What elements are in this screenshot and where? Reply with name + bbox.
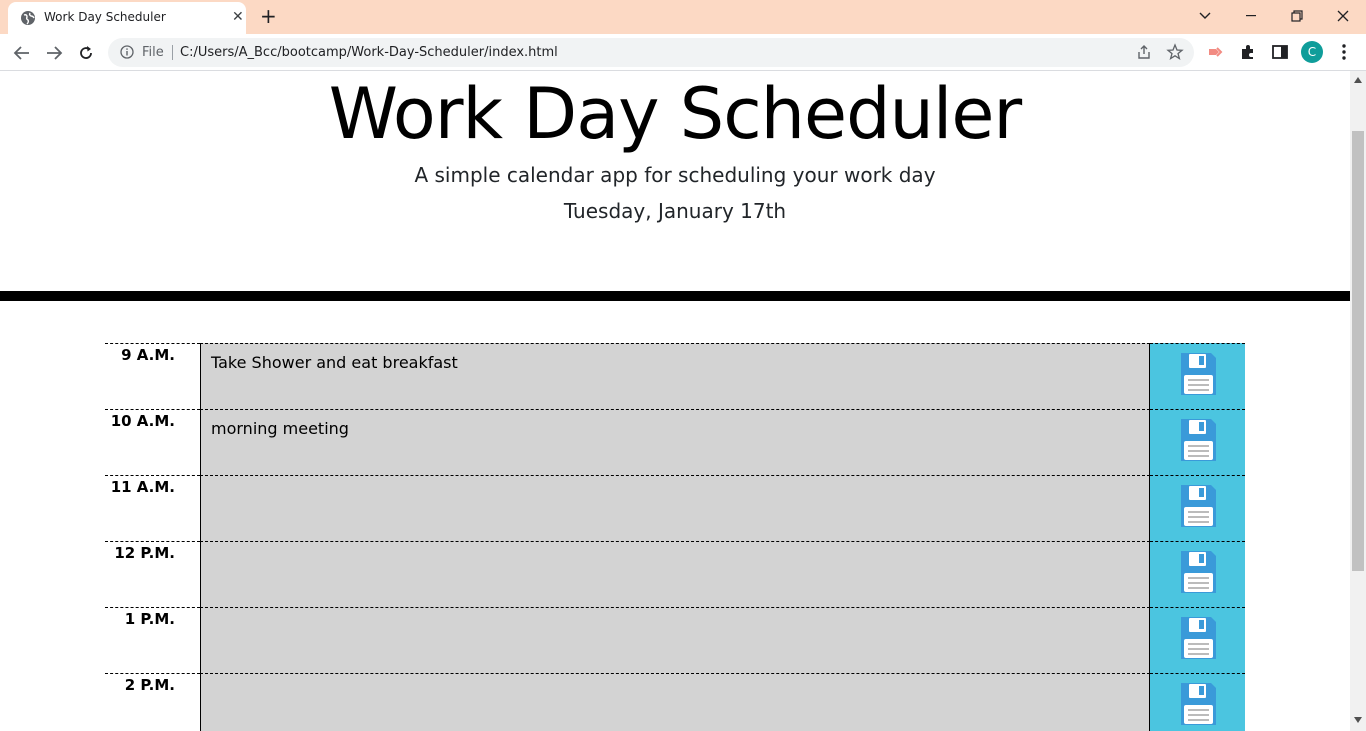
- time-block-row: 12 P.M.: [105, 541, 1245, 607]
- description-textarea[interactable]: morning meeting: [200, 409, 1150, 475]
- description-textarea[interactable]: Take Shower and eat breakfast: [200, 343, 1150, 409]
- time-block-row: 10 A.M. morning meeting: [105, 409, 1245, 475]
- forward-arrow-icon[interactable]: [42, 41, 66, 65]
- schedule-container: 9 A.M. Take Shower and eat breakfast 10 …: [105, 343, 1245, 731]
- save-button[interactable]: [1150, 673, 1245, 731]
- save-button[interactable]: [1150, 475, 1245, 541]
- minimize-button[interactable]: [1228, 4, 1274, 28]
- address-separator: [172, 45, 173, 60]
- address-bar[interactable]: File C:/Users/A_Bcc/bootcamp/Work-Day-Sc…: [108, 38, 1194, 67]
- scroll-down-arrow-icon[interactable]: [1354, 717, 1362, 723]
- description-textarea[interactable]: [200, 475, 1150, 541]
- globe-icon: [21, 11, 35, 25]
- puzzle-icon[interactable]: [1239, 43, 1257, 61]
- file-scheme-label: File: [142, 45, 164, 60]
- back-arrow-icon[interactable]: [10, 41, 34, 65]
- hour-label: 2 P.M.: [105, 673, 200, 731]
- save-button[interactable]: [1150, 343, 1245, 409]
- tab-search-icon[interactable]: [1182, 4, 1228, 28]
- description-textarea[interactable]: [200, 541, 1150, 607]
- browser-tab[interactable]: Work Day Scheduler ✕: [8, 2, 246, 34]
- new-tab-button[interactable]: +: [260, 5, 277, 27]
- save-icon: [1180, 353, 1216, 395]
- hour-label: 9 A.M.: [105, 343, 200, 409]
- url-text[interactable]: C:/Users/A_Bcc/bootcamp/Work-Day-Schedul…: [180, 45, 558, 60]
- time-block-row: 9 A.M. Take Shower and eat breakfast: [105, 343, 1245, 409]
- scrollbar-thumb[interactable]: [1352, 131, 1364, 571]
- save-icon: [1180, 551, 1216, 593]
- time-block-row: 1 P.M.: [105, 607, 1245, 673]
- jumbotron-header: Work Day Scheduler A simple calendar app…: [0, 71, 1350, 301]
- scroll-up-arrow-icon[interactable]: [1354, 77, 1362, 83]
- description-textarea[interactable]: [200, 673, 1150, 731]
- page-title: Work Day Scheduler: [328, 73, 1022, 155]
- save-icon: [1180, 485, 1216, 527]
- hour-label: 11 A.M.: [105, 475, 200, 541]
- save-icon: [1180, 683, 1216, 725]
- description-textarea[interactable]: [200, 607, 1150, 673]
- time-block-row: 2 P.M.: [105, 673, 1245, 731]
- time-block-row: 11 A.M.: [105, 475, 1245, 541]
- restore-button[interactable]: [1274, 4, 1320, 28]
- save-button[interactable]: [1150, 541, 1245, 607]
- page-lead: A simple calendar app for scheduling you…: [414, 163, 936, 187]
- profile-avatar[interactable]: C: [1301, 41, 1323, 63]
- save-button[interactable]: [1150, 409, 1245, 475]
- more-menu-icon[interactable]: [1336, 42, 1352, 62]
- share-icon[interactable]: [1136, 44, 1152, 60]
- extension-icon[interactable]: [1207, 43, 1225, 61]
- tab-title: Work Day Scheduler: [44, 10, 166, 24]
- tab-close-icon[interactable]: ✕: [232, 9, 244, 25]
- save-icon: [1180, 617, 1216, 659]
- reload-icon[interactable]: [74, 41, 98, 65]
- hour-label: 12 P.M.: [105, 541, 200, 607]
- hour-label: 1 P.M.: [105, 607, 200, 673]
- save-button[interactable]: [1150, 607, 1245, 673]
- page-viewport: Work Day Scheduler A simple calendar app…: [0, 71, 1350, 731]
- bookmark-star-icon[interactable]: [1166, 43, 1184, 61]
- current-day: Tuesday, January 17th: [563, 199, 787, 223]
- save-icon: [1180, 419, 1216, 461]
- info-icon[interactable]: [120, 45, 134, 59]
- side-panel-icon[interactable]: [1271, 43, 1289, 61]
- hour-label: 10 A.M.: [105, 409, 200, 475]
- close-window-button[interactable]: [1320, 4, 1366, 28]
- vertical-scrollbar[interactable]: [1350, 71, 1366, 731]
- browser-toolbar: File C:/Users/A_Bcc/bootcamp/Work-Day-Sc…: [0, 34, 1366, 71]
- browser-tab-bar: Work Day Scheduler ✕ +: [0, 0, 1366, 34]
